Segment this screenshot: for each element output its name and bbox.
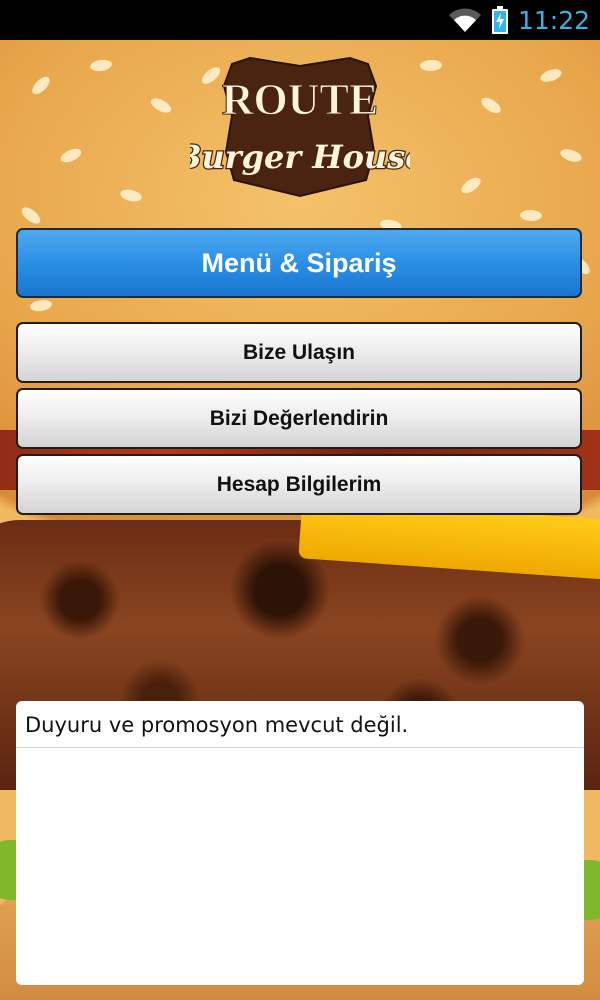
contact-us-button[interactable]: Bize Ulaşın bbox=[16, 322, 582, 383]
logo-route-text: ROUTE bbox=[222, 75, 378, 124]
account-info-button[interactable]: Hesap Bilgilerim bbox=[16, 454, 582, 515]
sesame-seed bbox=[538, 66, 564, 85]
account-info-button-label: Hesap Bilgilerim bbox=[216, 472, 382, 496]
sesame-seed bbox=[558, 146, 584, 165]
logo-burger-house-text: Burger House bbox=[190, 138, 410, 176]
sesame-seed bbox=[519, 209, 543, 222]
status-time: 11:22 bbox=[517, 5, 590, 35]
sesame-seed bbox=[58, 146, 84, 165]
route-burger-house-logo: ROUTE Burger House bbox=[190, 56, 410, 198]
rate-us-button-label: Bizi Değerlendirin bbox=[209, 406, 389, 430]
battery-charging-icon bbox=[491, 6, 508, 34]
menu-order-button[interactable]: Menü & Sipariş bbox=[16, 228, 582, 298]
sesame-seed bbox=[29, 73, 53, 98]
sesame-seed bbox=[18, 204, 44, 227]
announcements-panel[interactable]: Duyuru ve promosyon mevcut değil. bbox=[16, 701, 584, 985]
rate-us-button[interactable]: Bizi Değerlendirin bbox=[16, 388, 582, 449]
status-bar: 11:22 bbox=[0, 0, 600, 40]
sesame-seed bbox=[29, 298, 53, 313]
announcements-message: Duyuru ve promosyon mevcut değil. bbox=[16, 701, 584, 748]
sesame-seed bbox=[119, 187, 143, 204]
sesame-seed bbox=[89, 58, 113, 73]
contact-us-button-label: Bize Ulaşın bbox=[242, 340, 356, 364]
wifi-icon bbox=[448, 8, 481, 32]
menu-order-button-label: Menü & Sipariş bbox=[201, 247, 397, 278]
sesame-seed bbox=[419, 59, 443, 72]
status-icons: 11:22 bbox=[448, 0, 590, 40]
sesame-seed bbox=[478, 94, 504, 117]
sesame-seed bbox=[148, 95, 174, 116]
sesame-seed bbox=[458, 174, 484, 197]
